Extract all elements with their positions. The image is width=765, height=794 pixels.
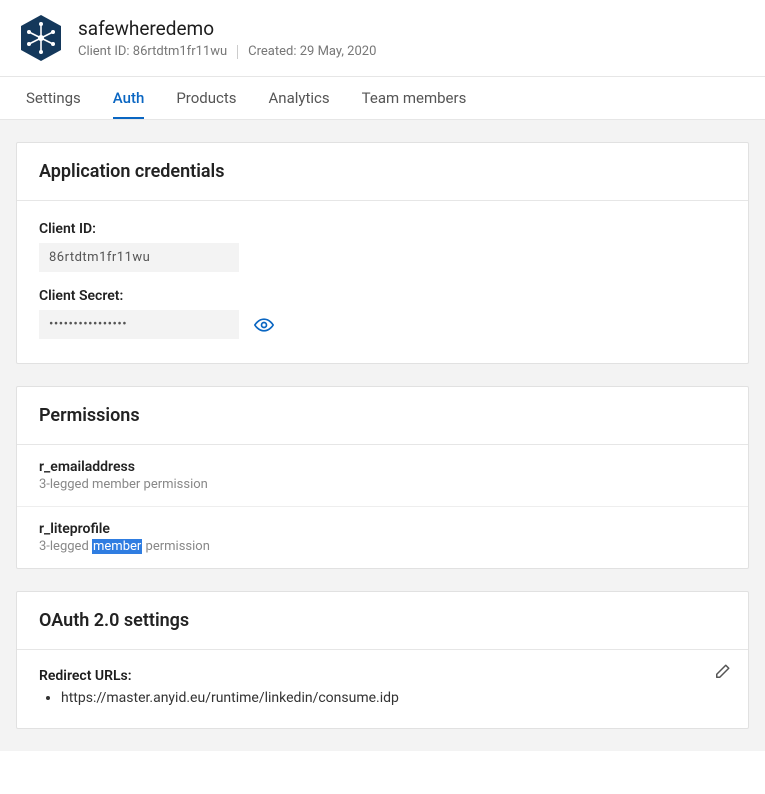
eye-icon: [254, 315, 274, 335]
header-created: Created: 29 May, 2020: [248, 44, 376, 59]
redirect-url-item: https://master.anyid.eu/runtime/linkedin…: [61, 690, 726, 706]
redirect-urls-list: https://master.anyid.eu/runtime/linkedin…: [39, 690, 726, 706]
permission-name: r_emailaddress: [39, 459, 726, 475]
redirect-urls-label: Redirect URLs:: [39, 668, 726, 684]
reveal-secret-button[interactable]: [253, 314, 275, 336]
client-secret-field[interactable]: [39, 310, 239, 339]
pencil-icon: [713, 663, 731, 681]
tab-bar: Settings Auth Products Analytics Team me…: [0, 76, 765, 120]
meta-divider: [237, 45, 238, 59]
tab-products[interactable]: Products: [176, 77, 236, 119]
app-header: safewheredemo Client ID: 86rtdtm1fr11wu …: [0, 0, 765, 76]
permission-desc: 3-legged member permission: [39, 539, 726, 554]
content-area: Application credentials Client ID: Clien…: [0, 120, 765, 751]
credentials-panel: Application credentials Client ID: Clien…: [16, 142, 749, 364]
permissions-panel: Permissions r_emailaddress 3-legged memb…: [16, 386, 749, 569]
permission-item: r_liteprofile 3-legged member permission: [17, 506, 748, 568]
tab-team-members[interactable]: Team members: [362, 77, 467, 119]
permission-item: r_emailaddress 3-legged member permissio…: [17, 445, 748, 506]
oauth-panel: OAuth 2.0 settings Redirect URLs: https:…: [16, 591, 749, 729]
permission-name: r_liteprofile: [39, 521, 726, 537]
header-client-id: Client ID: 86rtdtm1fr11wu: [78, 44, 227, 59]
tab-settings[interactable]: Settings: [26, 77, 81, 119]
permissions-title: Permissions: [17, 387, 748, 445]
client-id-field[interactable]: [39, 243, 239, 272]
edit-oauth-button[interactable]: [710, 660, 734, 684]
tab-analytics[interactable]: Analytics: [269, 77, 330, 119]
app-name: safewheredemo: [78, 17, 376, 40]
app-logo-icon: [20, 14, 62, 62]
permission-desc: 3-legged member permission: [39, 477, 726, 492]
client-secret-label: Client Secret:: [39, 288, 726, 304]
app-meta: Client ID: 86rtdtm1fr11wu Created: 29 Ma…: [78, 44, 376, 59]
client-id-label: Client ID:: [39, 221, 726, 237]
oauth-title: OAuth 2.0 settings: [17, 592, 748, 650]
credentials-title: Application credentials: [17, 143, 748, 201]
tab-auth[interactable]: Auth: [113, 77, 145, 119]
